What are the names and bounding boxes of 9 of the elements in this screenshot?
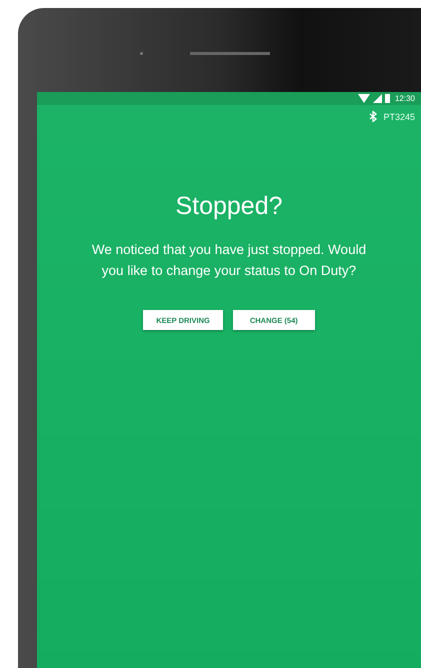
device-id: PT3245 <box>383 112 415 122</box>
status-time: 12:30 <box>394 94 415 103</box>
bluetooth-icon <box>369 111 378 122</box>
wifi-icon <box>358 94 370 103</box>
dialog-title: Stopped? <box>175 192 283 221</box>
camera-dot <box>140 52 143 55</box>
battery-icon <box>384 94 390 103</box>
dialog-message: We noticed that you have just stopped. Would you like to change your status to On Duty? <box>90 241 368 280</box>
signal-icon <box>372 94 382 103</box>
